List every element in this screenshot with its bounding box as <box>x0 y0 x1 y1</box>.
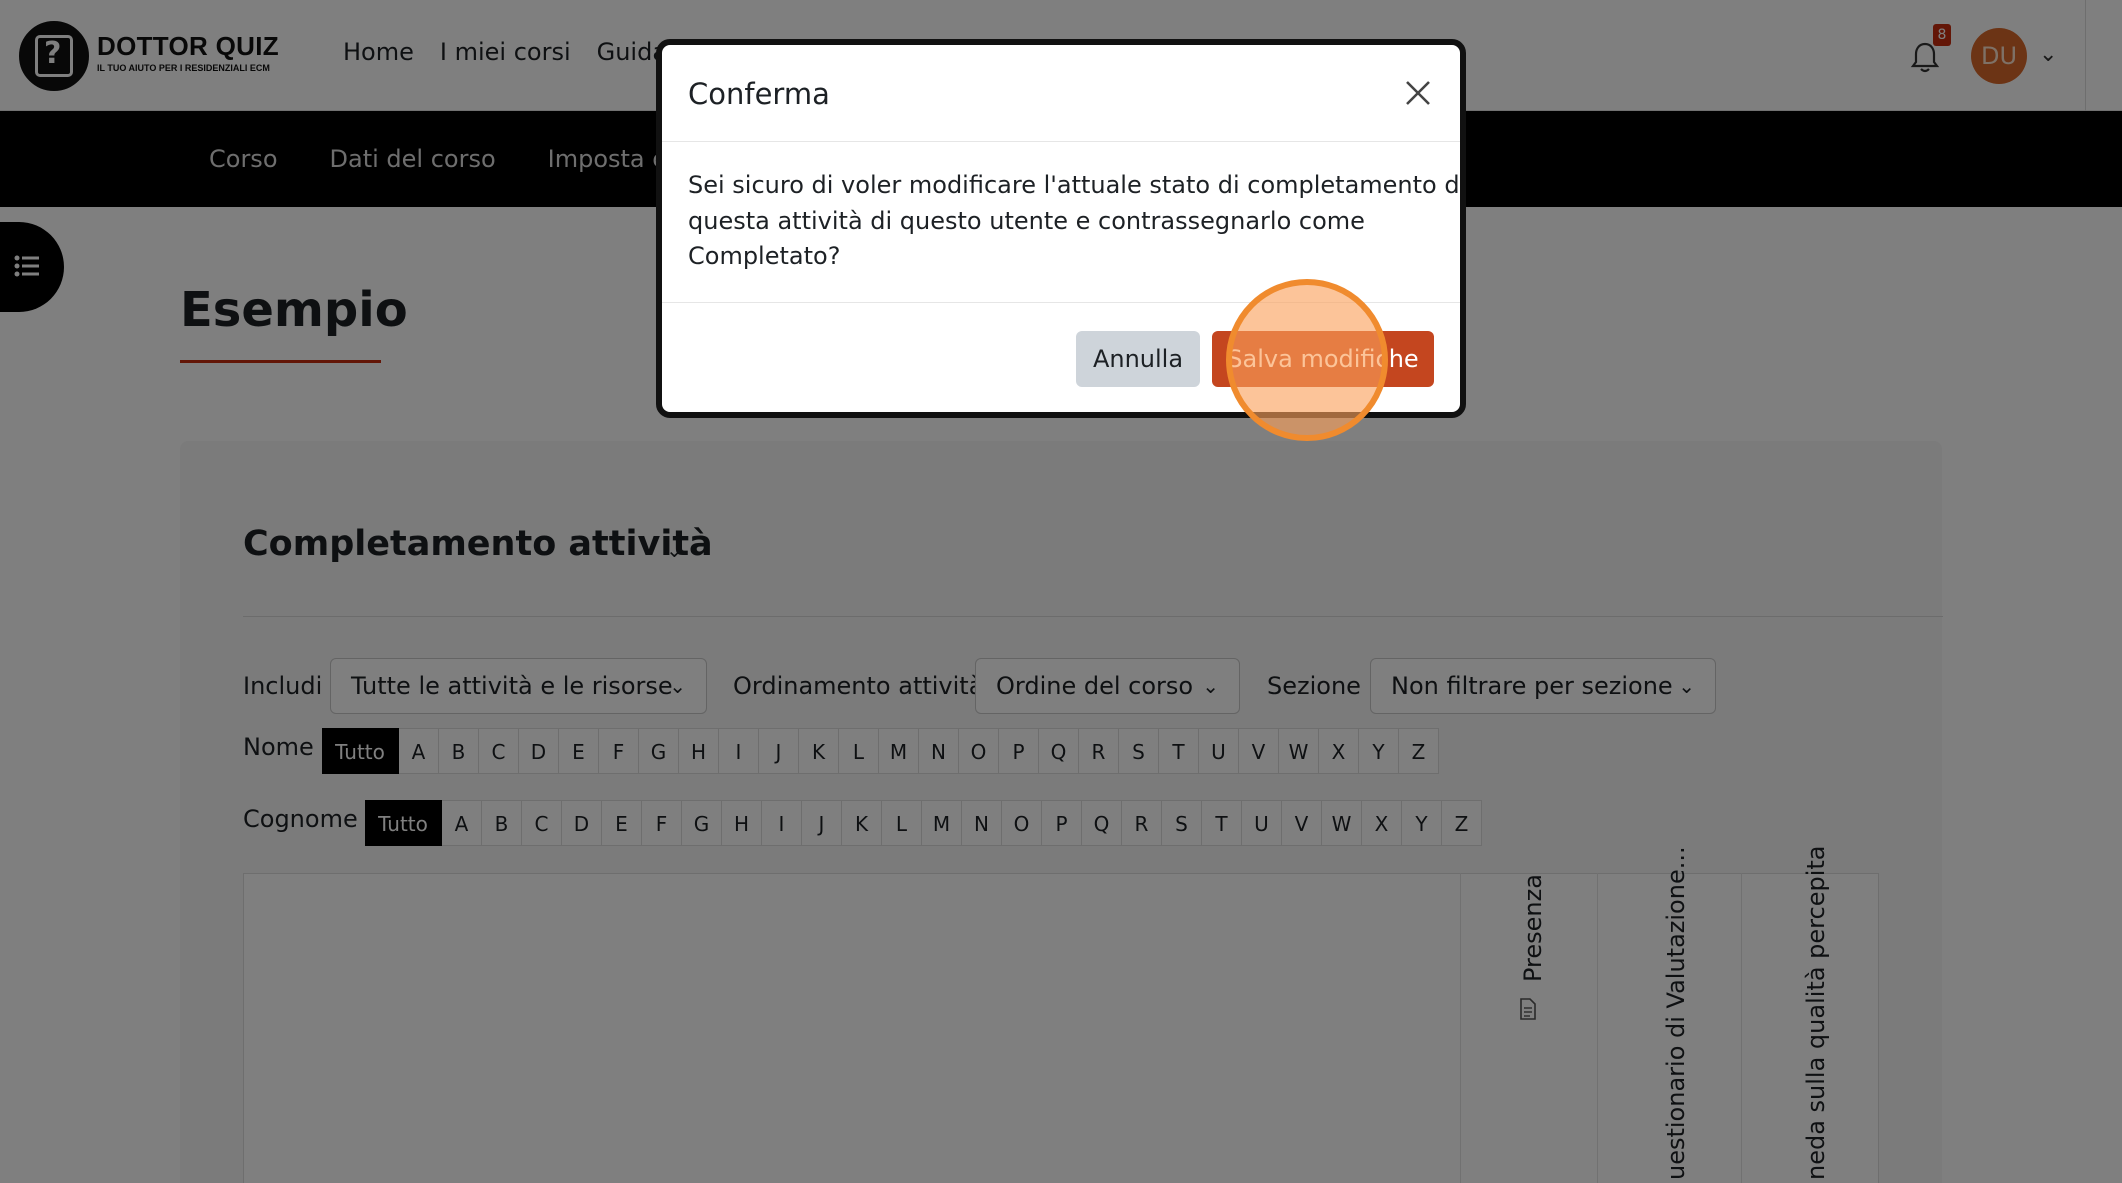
cancel-button[interactable]: Annulla <box>1076 331 1200 387</box>
dialog-message: Sei sicuro di voler modificare l'attuale… <box>688 168 1460 275</box>
dialog-header: Conferma <box>662 45 1460 142</box>
close-icon[interactable] <box>1403 78 1433 108</box>
dialog-title: Conferma <box>688 77 830 111</box>
dialog-message-line: questa attività di questo utente e contr… <box>688 206 1365 235</box>
click-highlight <box>1226 279 1388 441</box>
dialog-message-line: Sei sicuro di voler modificare l'attuale… <box>688 171 1460 199</box>
dialog-message-line: Completato? <box>688 242 841 270</box>
